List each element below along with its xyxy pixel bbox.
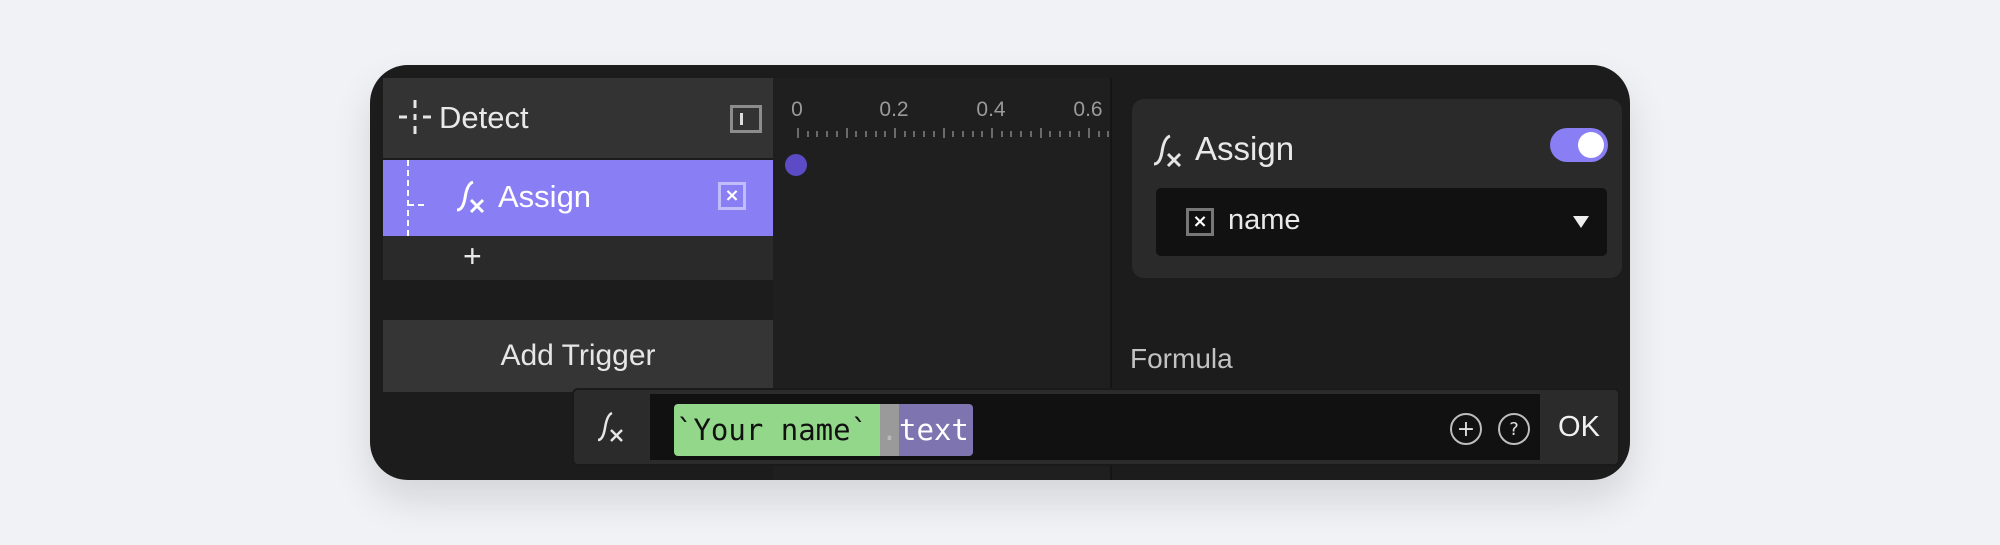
- timeline-minor-tick: [1068, 131, 1071, 137]
- layer-label-detect: Detect: [439, 100, 529, 135]
- variable-select-value: name: [1228, 204, 1301, 236]
- timeline-minor-tick: [1000, 131, 1003, 137]
- timeline-minor-tick: [952, 131, 955, 137]
- function-icon: [456, 180, 485, 214]
- timeline-tick-label: 0.4: [976, 98, 1006, 121]
- timeline-minor-tick: [971, 131, 974, 137]
- timeline-major-tick: [797, 128, 799, 138]
- layer-row-assign[interactable]: Assign ×: [383, 160, 773, 236]
- timeline-minor-tick: [1010, 131, 1013, 137]
- formula-input[interactable]: `Your name` . text + ?: [650, 394, 1540, 460]
- timeline-minor-tick: [874, 131, 877, 137]
- timeline-minor-tick: [961, 131, 964, 137]
- timeline-minor-tick: [1020, 131, 1023, 137]
- timeline-tick-label: 0: [791, 98, 803, 121]
- function-icon: [597, 411, 623, 442]
- formula-token-property[interactable]: text: [899, 404, 973, 456]
- ok-button[interactable]: OK: [1540, 390, 1618, 464]
- timeline-minor-tick: [864, 131, 867, 137]
- timeline-minor-tick: [1058, 131, 1061, 137]
- timeline-tick-label: 0.2: [879, 98, 909, 121]
- formula-bar: `Your name` . text + ? OK: [572, 388, 1620, 466]
- behavior-editor-window: Detect Assign × + Add Trigger 0 0.2 0.4 0.6: [370, 65, 1630, 480]
- variable-box-icon[interactable]: ×: [718, 182, 746, 210]
- timeline-major-tick: [1039, 128, 1042, 138]
- timeline-major-tick: [1088, 128, 1090, 138]
- crosshair-icon: [399, 100, 431, 134]
- timeline-minor-tick: [1049, 131, 1052, 137]
- timeline-major-tick: [845, 128, 848, 138]
- timeline-minor-tick: [1097, 131, 1100, 137]
- add-action-row[interactable]: +: [383, 236, 773, 280]
- inspector-card: Assign × name: [1132, 99, 1622, 278]
- layer-label-assign: Assign: [498, 179, 592, 214]
- inspector-title: Assign: [1195, 130, 1295, 167]
- timeline-minor-tick: [1078, 131, 1081, 137]
- timeline-tick-label: 0.6: [1073, 98, 1103, 121]
- formula-token-layer[interactable]: `Your name`: [674, 404, 880, 456]
- timeline-minor-tick: [1029, 131, 1032, 137]
- panel-toggle-icon[interactable]: [730, 105, 762, 133]
- timeline-minor-tick: [816, 131, 819, 137]
- timeline-minor-tick: [826, 131, 829, 137]
- timeline-minor-tick: [932, 131, 935, 137]
- timeline-minor-tick: [981, 131, 984, 137]
- timeline-major-tick: [942, 128, 945, 138]
- timeline-minor-tick: [806, 131, 809, 137]
- timeline-minor-tick: [903, 131, 906, 137]
- add-action-plus[interactable]: +: [463, 238, 482, 275]
- layer-row-detect[interactable]: Detect: [383, 78, 773, 158]
- timeline-minor-tick: [855, 131, 858, 137]
- timeline-major-tick: [894, 128, 896, 138]
- help-icon[interactable]: ?: [1498, 413, 1530, 445]
- insert-icon[interactable]: +: [1450, 413, 1482, 445]
- formula-label: Formula: [1130, 343, 1233, 374]
- toggle-knob: [1578, 132, 1604, 158]
- formula-token-operator: .: [880, 404, 899, 456]
- timeline-minor-tick: [913, 131, 916, 137]
- enable-toggle[interactable]: [1550, 128, 1608, 162]
- variable-select[interactable]: × name: [1156, 188, 1607, 256]
- add-trigger-button[interactable]: Add Trigger: [383, 320, 773, 392]
- timeline-minor-tick: [923, 131, 926, 137]
- chevron-down-icon: [1573, 216, 1589, 228]
- variable-box-icon: ×: [1186, 208, 1214, 236]
- timeline-minor-tick: [835, 131, 838, 137]
- timeline-major-tick: [991, 128, 993, 138]
- function-icon: [1153, 134, 1182, 168]
- timeline-minor-tick: [884, 131, 887, 137]
- keyframe-dot[interactable]: [785, 154, 807, 176]
